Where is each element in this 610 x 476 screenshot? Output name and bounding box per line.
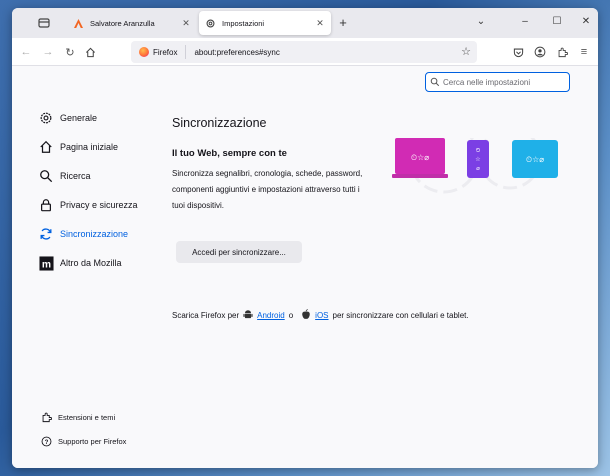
back-arrow-icon[interactable]: ← [18, 44, 34, 60]
tab-overview-icon[interactable] [36, 15, 52, 31]
apple-icon [301, 309, 311, 322]
ios-link[interactable]: iOS [315, 311, 328, 320]
tab-label: Salvatore Aranzulla [90, 18, 155, 28]
aranzulla-favicon-icon [73, 18, 84, 29]
sidebar-item-label: Sincronizzazione [60, 229, 129, 239]
mozilla-icon: m [38, 255, 54, 271]
sidebar-item-ricerca[interactable]: Ricerca [38, 168, 91, 184]
sidebar-item-generale[interactable]: Generale [38, 110, 97, 126]
new-tab-plus-icon[interactable]: + [335, 15, 351, 30]
footer-label: Supporto per Firefox [58, 436, 127, 446]
sidebar-item-label: Ricerca [60, 171, 91, 181]
home-button-icon[interactable] [82, 44, 98, 60]
section-description: Sincronizza segnalibri, cronologia, sche… [172, 169, 363, 210]
search-placeholder: Cerca nelle impostazioni [443, 77, 531, 87]
sync-icon [38, 226, 54, 242]
close-tab-icon[interactable]: ✕ [181, 18, 191, 29]
browser-window: Salvatore Aranzulla ✕ Impostazioni ✕ + ⌄… [12, 8, 598, 468]
menu-hamburger-icon[interactable]: ≡ [576, 44, 592, 60]
sidebar-item-label: Privacy e sicurezza [60, 200, 138, 210]
search-icon [38, 168, 54, 184]
forward-arrow-icon[interactable]: → [40, 44, 56, 60]
download-firefox-line: Scarica Firefox per Android o iOS per si… [172, 309, 473, 322]
identity-box[interactable]: Firefox [139, 45, 187, 59]
sidebar-footer-extensions[interactable]: Estensioni e temi [40, 411, 115, 423]
navigation-bar: ← → ↻ Firefox about:preferences#sync ☆ ≡ [12, 38, 598, 66]
sidebar-item-label: Altro da Mozilla [60, 258, 122, 268]
sidebar-item-sincronizzazione[interactable]: Sincronizzazione [38, 226, 128, 242]
search-icon [430, 77, 440, 87]
footer-label: Estensioni e temi [58, 412, 116, 422]
preferences-content: Cerca nelle impostazioni Generale Pagina… [12, 66, 598, 468]
url-bar[interactable]: Firefox about:preferences#sync ☆ [131, 41, 477, 63]
maximize-icon[interactable]: ☐ [549, 14, 565, 30]
or-text: o [288, 311, 294, 320]
pocket-icon[interactable] [510, 44, 526, 60]
sidebar-item-pagina-iniziale[interactable]: Pagina iniziale [38, 139, 118, 155]
url-text[interactable]: about:preferences#sync [194, 48, 279, 57]
svg-text:⌀: ⌀ [476, 165, 480, 172]
svg-text:☆: ☆ [475, 156, 480, 163]
android-icon [243, 309, 253, 322]
section-subtitle: Il tuo Web, sempre con te [172, 148, 287, 159]
gear-favicon-icon [205, 18, 216, 29]
sidebar-item-privacy[interactable]: Privacy e sicurezza [38, 197, 138, 213]
sidebar-item-label: Generale [60, 113, 98, 123]
lock-icon [38, 197, 54, 213]
download-suffix: per sincronizzare con cellulari e tablet… [332, 311, 469, 320]
sidebar-item-label: Pagina iniziale [60, 142, 119, 152]
search-input[interactable]: Cerca nelle impostazioni [425, 72, 570, 92]
close-tab-icon[interactable]: ✕ [315, 18, 325, 29]
page-title: Sincronizzazione [172, 116, 267, 130]
puzzle-icon [40, 411, 52, 423]
download-prefix: Scarica Firefox per [172, 311, 240, 320]
android-link[interactable]: Android [257, 311, 285, 320]
firefox-logo-icon [139, 47, 149, 57]
tab-bar: Salvatore Aranzulla ✕ Impostazioni ✕ + ⌄… [12, 8, 598, 38]
minimize-icon[interactable]: – [517, 14, 533, 30]
extensions-puzzle-icon[interactable] [554, 44, 570, 60]
gear-icon [38, 110, 54, 126]
bookmark-star-icon[interactable]: ☆ [461, 45, 471, 58]
svg-text:⏲☆⌀: ⏲☆⌀ [526, 155, 544, 164]
tab-label: Impostazioni [222, 18, 265, 28]
svg-text:⏲: ⏲ [476, 147, 481, 154]
svg-text:?: ? [44, 438, 48, 445]
svg-text:⏲☆⌀: ⏲☆⌀ [411, 153, 429, 162]
svg-text:m: m [41, 259, 50, 270]
sidebar-footer-support[interactable]: ? Supporto per Firefox [40, 435, 126, 447]
sidebar-item-altro-mozilla[interactable]: m Altro da Mozilla [38, 255, 122, 271]
close-window-icon[interactable]: ✕ [578, 14, 594, 30]
brand-label: Firefox [153, 47, 178, 57]
signin-sync-button[interactable]: Accedi per sincronizzare... [176, 241, 302, 263]
tab-impostazioni[interactable]: Impostazioni ✕ [199, 11, 331, 35]
list-all-tabs-chevron-icon[interactable]: ⌄ [473, 14, 489, 30]
devices-illustration: ⏲☆⌀ ⏲ ☆ ⌀ ⏲☆⌀ [390, 122, 560, 208]
help-icon: ? [40, 435, 52, 447]
home-icon [38, 139, 54, 155]
account-icon[interactable] [532, 44, 548, 60]
tab-aranzulla[interactable]: Salvatore Aranzulla ✕ [67, 11, 197, 35]
reload-icon[interactable]: ↻ [62, 44, 78, 60]
